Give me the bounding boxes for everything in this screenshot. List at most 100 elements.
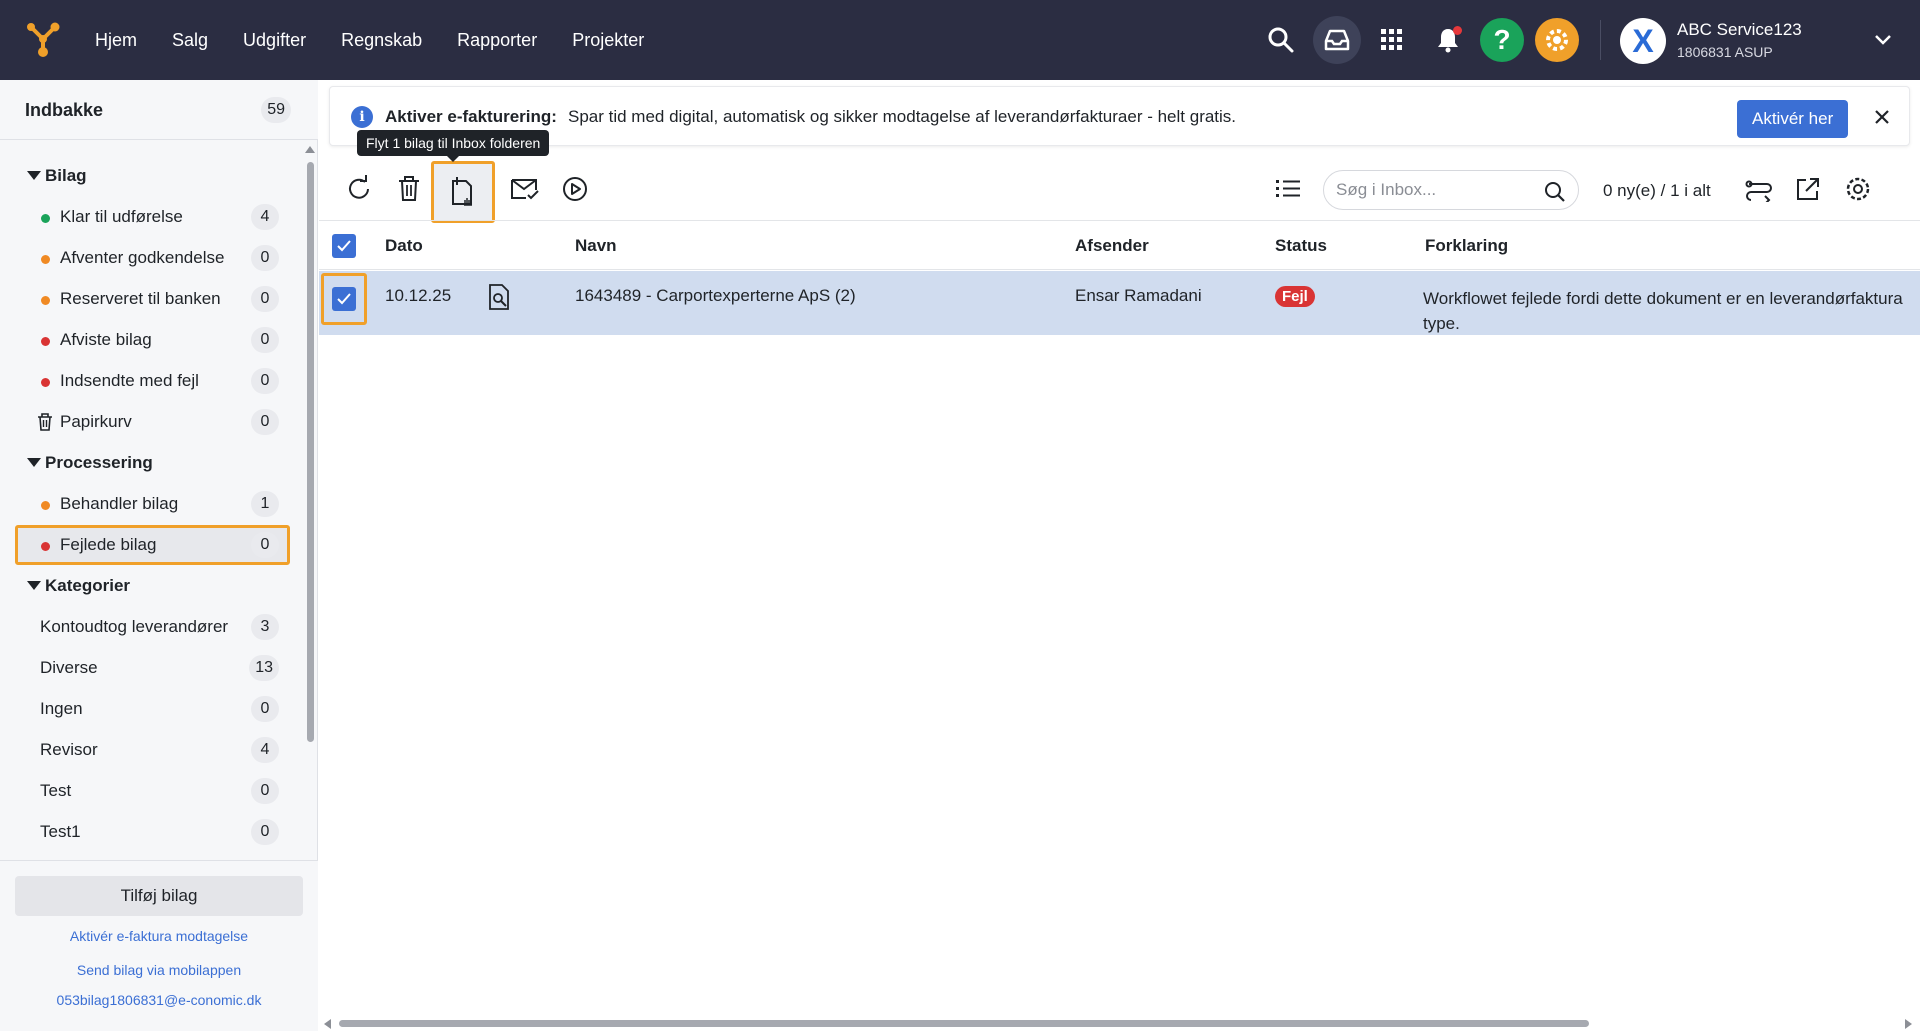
- nav-rapporter[interactable]: Rapporter: [457, 30, 537, 51]
- search-box: [1323, 170, 1579, 210]
- sidebar-item-papirkurv[interactable]: Papirkurv 0: [15, 402, 290, 442]
- sidebar-item-label: Kontoudtog leverandører: [40, 617, 229, 636]
- avatar[interactable]: X: [1620, 18, 1666, 64]
- item-count: 0: [251, 245, 279, 271]
- account-name[interactable]: ABC Service123: [1677, 20, 1802, 40]
- column-date[interactable]: Dato: [385, 236, 423, 256]
- item-count: 0: [251, 327, 279, 353]
- item-count: 0: [251, 286, 279, 312]
- sidebar-item-afviste[interactable]: Afviste bilag 0: [15, 320, 290, 360]
- group-kategorier[interactable]: Kategorier: [15, 566, 290, 606]
- column-explanation[interactable]: Forklaring: [1425, 236, 1508, 256]
- close-icon[interactable]: [1868, 103, 1896, 131]
- scrollbar-thumb[interactable]: [307, 162, 314, 742]
- sidebar-title: Indbakke: [25, 100, 104, 120]
- column-sender[interactable]: Afsender: [1075, 236, 1149, 256]
- top-bar: Hjem Salg Udgifter Regnskab Rapporter Pr…: [0, 0, 1920, 80]
- tooltip: Flyt 1 bilag til Inbox folderen: [357, 130, 550, 162]
- nav-projekter[interactable]: Projekter: [572, 30, 644, 51]
- scroll-left-arrow-icon[interactable]: [324, 1019, 331, 1029]
- refresh-icon[interactable]: [340, 170, 378, 208]
- row-checkbox-highlight: [321, 273, 367, 325]
- row-checkbox[interactable]: [332, 287, 356, 311]
- move-to-inbox-button[interactable]: [431, 161, 495, 223]
- external-link-icon[interactable]: [1789, 170, 1827, 208]
- column-status[interactable]: Status: [1275, 236, 1327, 256]
- sidebar-item-test1[interactable]: Test1 0: [15, 812, 290, 852]
- scroll-up-arrow-icon[interactable]: [305, 146, 315, 153]
- nav-hjem[interactable]: Hjem: [95, 30, 137, 51]
- row-sender: Ensar Ramadani: [1075, 286, 1202, 305]
- sidebar-item-klar[interactable]: Klar til udførelse 4: [15, 197, 290, 237]
- list-view-icon[interactable]: [1269, 170, 1307, 208]
- sidebar-header[interactable]: Indbakke 59: [0, 80, 318, 140]
- apps-icon[interactable]: [1368, 16, 1416, 64]
- sidebar-item-revisor[interactable]: Revisor 4: [15, 730, 290, 770]
- search-icon[interactable]: [1544, 181, 1566, 208]
- explanation-line-2: type.: [1423, 314, 1460, 333]
- group-processering[interactable]: Processering: [15, 443, 290, 483]
- sidebar-footer: Tilføj bilag Aktivér e-faktura modtagels…: [0, 860, 318, 1031]
- sidebar-scrollbar[interactable]: [300, 142, 318, 942]
- item-count: 1: [251, 491, 279, 517]
- logo-icon[interactable]: [24, 20, 62, 58]
- sidebar-item-indsendte[interactable]: Indsendte med fejl 0: [15, 361, 290, 401]
- sync-icon[interactable]: [1740, 170, 1778, 208]
- row-name[interactable]: 1643489 - Carportexperterne ApS (2): [575, 286, 856, 306]
- select-all-checkbox[interactable]: [332, 234, 356, 258]
- sidebar-item-kontoudtog[interactable]: Kontoudtog leverandører 3: [15, 607, 290, 647]
- sidebar-item-reserveret[interactable]: Reserveret til banken 0: [15, 279, 290, 319]
- search-icon[interactable]: [1257, 16, 1305, 64]
- sidebar-item-label: Afventer godkendelse: [60, 248, 225, 267]
- account-number: 1806831 ASUP: [1677, 44, 1773, 60]
- inbox-count-text: 0 ny(e) / 1 i alt: [1603, 181, 1711, 200]
- item-count: 0: [251, 696, 279, 722]
- play-icon[interactable]: [556, 170, 594, 208]
- chevron-down-icon[interactable]: [1874, 30, 1892, 51]
- mail-check-icon[interactable]: [506, 170, 544, 208]
- delete-icon[interactable]: [390, 170, 428, 208]
- inbox-icon[interactable]: [1313, 16, 1361, 64]
- banner-title: Aktiver e-fakturering:: [385, 107, 557, 126]
- item-count: 4: [251, 204, 279, 230]
- sidebar-list: Bilag Klar til udførelse 4 Afventer godk…: [0, 155, 300, 945]
- document-preview-icon[interactable]: [487, 283, 511, 316]
- search-input[interactable]: [1336, 180, 1536, 200]
- sidebar: Indbakke 59 Bilag Klar til udførelse 4 A…: [0, 80, 318, 1031]
- settings-icon[interactable]: [1839, 170, 1877, 208]
- caret-down-icon: [27, 458, 41, 467]
- nav-regnskab[interactable]: Regnskab: [341, 30, 422, 51]
- sidebar-item-label: Fejlede bilag: [60, 535, 157, 554]
- sidebar-item-afventer[interactable]: Afventer godkendelse 0: [15, 238, 290, 278]
- help-icon[interactable]: ?: [1480, 18, 1524, 62]
- activate-efaktura-link[interactable]: Aktivér e-faktura modtagelse: [0, 928, 318, 944]
- nav-udgifter[interactable]: Udgifter: [243, 30, 306, 51]
- status-dot: [41, 337, 50, 346]
- scroll-right-arrow-icon[interactable]: [1905, 1019, 1912, 1029]
- row-date: 10.12.25: [385, 286, 452, 305]
- sidebar-item-label: Behandler bilag: [60, 494, 179, 513]
- sidebar-item-ingen[interactable]: Ingen 0: [15, 689, 290, 729]
- item-count: 0: [251, 819, 279, 845]
- sidebar-item-behandler[interactable]: Behandler bilag 1: [15, 484, 290, 524]
- group-label: Bilag: [45, 166, 87, 185]
- group-bilag[interactable]: Bilag: [15, 156, 290, 196]
- sidebar-item-test[interactable]: Test 0: [15, 771, 290, 811]
- mobile-app-link[interactable]: Send bilag via mobilappen: [0, 962, 318, 978]
- column-name[interactable]: Navn: [575, 236, 617, 256]
- sidebar-item-label: Reserveret til banken: [60, 289, 221, 308]
- sidebar-item-label: Klar til udførelse: [60, 207, 183, 226]
- sidebar-item-fejlede[interactable]: Fejlede bilag 0: [15, 525, 290, 565]
- bell-icon[interactable]: [1424, 16, 1472, 64]
- inbox-email-link[interactable]: 053bilag1806831@e-conomic.dk: [0, 992, 318, 1008]
- add-voucher-button[interactable]: Tilføj bilag: [15, 876, 303, 916]
- nav-salg[interactable]: Salg: [172, 30, 208, 51]
- sidebar-item-diverse[interactable]: Diverse 13: [15, 648, 290, 688]
- gear-icon[interactable]: [1535, 18, 1579, 62]
- activate-button[interactable]: Aktivér her: [1737, 100, 1849, 138]
- horizontal-scrollbar[interactable]: [319, 1015, 1920, 1031]
- table-header: Dato Navn Afsender Status Forklaring: [319, 220, 1920, 270]
- table-row[interactable]: 10.12.25 1643489 - Carportexperterne ApS…: [319, 271, 1920, 335]
- sidebar-item-label: Diverse: [40, 658, 98, 677]
- scrollbar-thumb[interactable]: [339, 1020, 1589, 1027]
